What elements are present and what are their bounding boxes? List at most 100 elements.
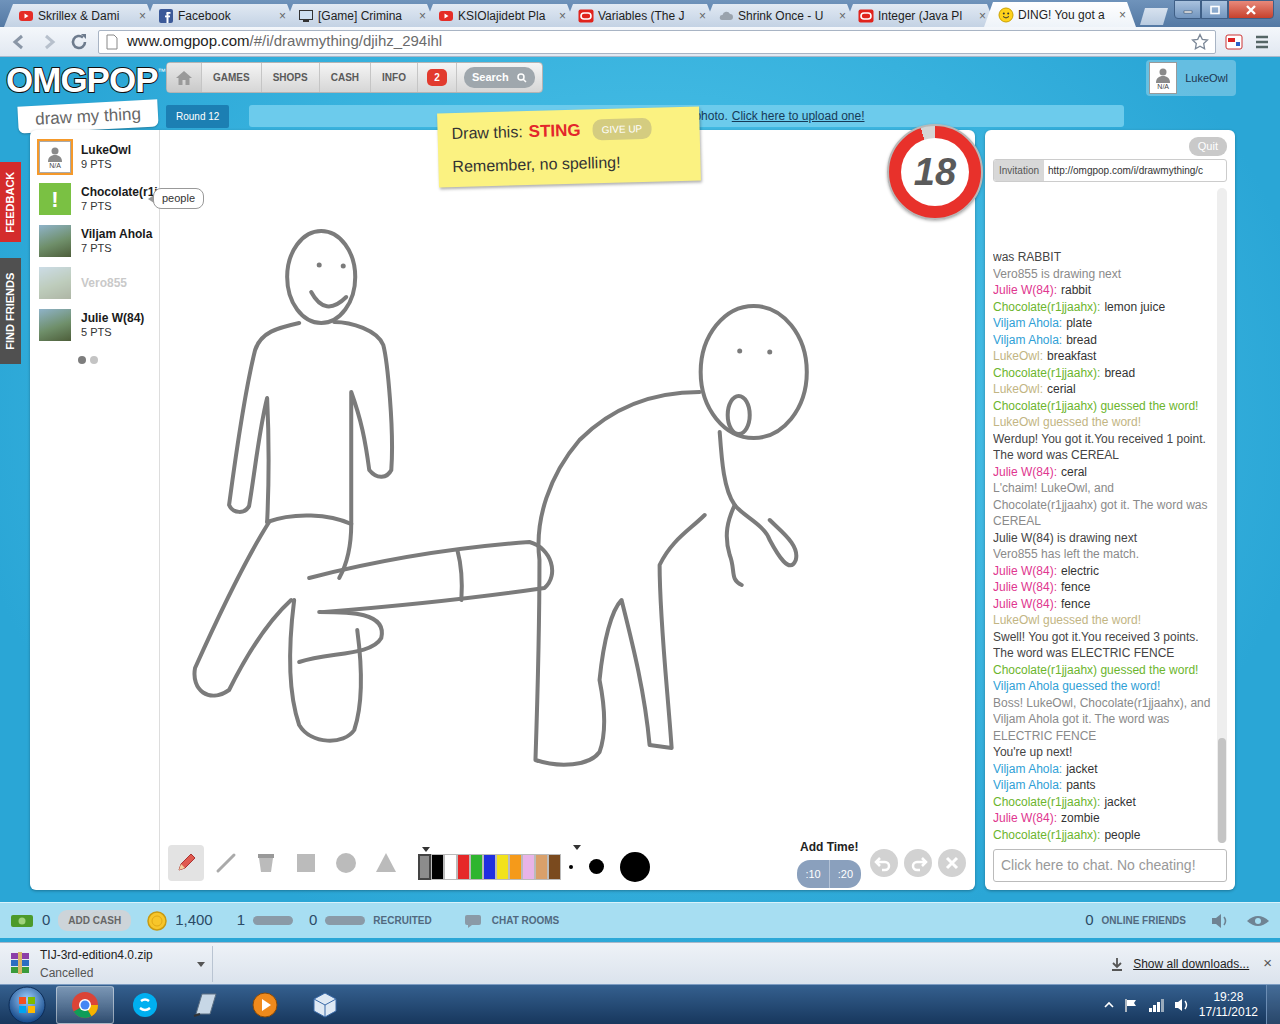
show-desktop-button[interactable]	[1266, 985, 1280, 1024]
show-all-downloads-link[interactable]: Show all downloads...	[1133, 955, 1249, 973]
search-field[interactable]: Search	[464, 67, 535, 88]
browser-tab[interactable]: Variables (The J×	[564, 4, 716, 27]
color-swatch[interactable]	[470, 854, 483, 880]
nav-label[interactable]: SHOPS	[262, 70, 319, 85]
tab-close-button[interactable]: ×	[697, 7, 706, 25]
user-avatar[interactable]: N/A	[1149, 62, 1177, 94]
tab-close-button[interactable]: ×	[837, 7, 846, 25]
back-arrow-icon[interactable]	[8, 31, 30, 53]
color-swatch[interactable]	[496, 854, 509, 880]
undo-button[interactable]	[869, 848, 899, 878]
taskbar-button[interactable]	[236, 986, 294, 1024]
tab-close-button[interactable]: ×	[977, 7, 986, 25]
tool-button[interactable]	[208, 845, 244, 881]
player-name[interactable]: Chocolate(r1j	[81, 185, 158, 199]
player-row[interactable]: N/ALukeOwl9 PTS	[30, 136, 159, 178]
download-file-name[interactable]: TIJ-3rd-edition4.0.zip	[40, 946, 188, 964]
nav-label[interactable]: CASH	[320, 70, 370, 85]
clear-button[interactable]	[937, 848, 967, 878]
tool-button[interactable]	[328, 845, 364, 881]
tab-close-button[interactable]: ×	[557, 7, 566, 25]
redo-button[interactable]	[903, 848, 933, 878]
chat-input[interactable]: Click here to chat. No cheating!	[993, 849, 1227, 882]
browser-tab[interactable]: KSIOlajidebt Pla×	[424, 4, 576, 27]
start-button[interactable]	[0, 985, 54, 1024]
add-time-button[interactable]: :10	[797, 860, 828, 889]
tool-button[interactable]	[168, 845, 204, 881]
give-up-button[interactable]: GIVE UP	[592, 118, 651, 141]
tab-title[interactable]: Variables (The J	[598, 7, 693, 25]
home-button[interactable]	[167, 63, 201, 92]
brush-size[interactable]	[569, 865, 573, 869]
player-row[interactable]: Viljam Ahola7 PTS	[30, 220, 159, 262]
nav-label[interactable]: GAMES	[202, 70, 261, 85]
tab-close-button[interactable]: ×	[277, 7, 286, 25]
browser-tab[interactable]: Integer (Java Pl×	[844, 4, 996, 27]
player-name[interactable]: LukeOwl	[81, 143, 131, 157]
color-swatch[interactable]	[418, 854, 431, 880]
tool-button[interactable]	[288, 845, 324, 881]
browser-tab[interactable]: Shrink Once - U×	[704, 4, 856, 27]
logo[interactable]: OMGPOP™	[0, 57, 166, 100]
player-row[interactable]: Julie W(84)5 PTS	[30, 304, 159, 346]
upload-link[interactable]: Click here to upload one!	[732, 107, 865, 125]
color-swatch[interactable]	[457, 854, 470, 880]
taskbar-button[interactable]	[116, 986, 174, 1024]
tab-close-button[interactable]: ×	[1117, 6, 1126, 24]
browser-tab[interactable]: DING! You got a×	[984, 2, 1136, 27]
address-bar[interactable]: www.omgpop.com/#/i/drawmything/djihz_294…	[98, 30, 1216, 54]
browser-tab[interactable]: Skrillex & Dami×	[4, 4, 156, 27]
nav-item[interactable]: INFO	[370, 63, 417, 92]
tab-title[interactable]: Integer (Java Pl	[878, 7, 973, 25]
size-dropdown[interactable]	[573, 845, 581, 850]
nav-item[interactable]: SHOPS	[261, 63, 319, 92]
pager-dot[interactable]	[90, 356, 98, 364]
tab-close-button[interactable]: ×	[137, 7, 146, 25]
side-tab-label[interactable]: FIND FRIENDS	[2, 273, 19, 350]
palette-dropdown[interactable]	[422, 847, 430, 852]
user-profile[interactable]: N/ALukeOwl	[1146, 60, 1236, 96]
player-row[interactable]: Vero855	[30, 262, 159, 304]
color-swatch[interactable]	[444, 854, 457, 880]
url[interactable]: www.omgpop.com/#/i/drawmything/djihz_294…	[127, 30, 1183, 53]
taskbar-button[interactable]	[296, 986, 354, 1024]
notification-count[interactable]: 2	[427, 69, 447, 86]
close-shelf-button[interactable]: ×	[1263, 952, 1272, 975]
tab-title[interactable]: KSIOlajidebt Pla	[458, 7, 553, 25]
nav-label[interactable]: INFO	[371, 70, 417, 85]
online-friends-label[interactable]: ONLINE FRIENDS	[1102, 913, 1186, 928]
reload-icon[interactable]	[68, 31, 90, 53]
tab-title[interactable]: Facebook	[178, 7, 273, 25]
brush-size[interactable]	[620, 852, 650, 882]
drawing-canvas[interactable]	[160, 130, 975, 836]
chat-rooms-link[interactable]: CHAT ROOMS	[492, 913, 560, 928]
browser-tab[interactable]: Facebook×	[144, 4, 296, 27]
tab-title[interactable]: Skrillex & Dami	[38, 7, 133, 25]
player-avatar[interactable]	[39, 309, 71, 341]
tab-close-button[interactable]: ×	[417, 7, 426, 25]
quit-button[interactable]: Quit	[1189, 137, 1227, 156]
player-avatar[interactable]: !	[39, 183, 71, 215]
color-swatch[interactable]	[431, 854, 444, 880]
clock-time[interactable]: 19:28	[1199, 990, 1258, 1005]
download-item[interactable]: TIJ-3rd-edition4.0.zipCancelled	[8, 946, 213, 982]
search[interactable]: Search	[456, 63, 542, 92]
url-path[interactable]: /#/i/drawmything/djihz_294ihl	[250, 30, 443, 53]
forward-arrow-icon[interactable]	[38, 31, 60, 53]
tray-expand-icon[interactable]	[1103, 1000, 1115, 1010]
side-tab-label[interactable]: FEEDBACK	[2, 171, 19, 232]
tab-title[interactable]: [Game] Crimina	[318, 7, 413, 25]
player-avatar[interactable]: N/A	[39, 141, 71, 173]
invitation-url[interactable]: http://omgpop.com/i/drawmything/c	[1044, 160, 1226, 181]
player-name[interactable]: Viljam Ahola	[81, 227, 152, 241]
nav-item[interactable]: GAMES	[201, 63, 261, 92]
new-tab-button[interactable]	[1140, 8, 1168, 25]
scroll-thumb[interactable]	[1218, 738, 1226, 843]
clock[interactable]: 19:2817/11/2012	[1191, 990, 1266, 1020]
tool-button[interactable]	[248, 845, 284, 881]
chat-scrollbar[interactable]	[1217, 188, 1227, 844]
minimize-button[interactable]	[1174, 0, 1201, 19]
tool-button[interactable]	[368, 845, 404, 881]
player-name[interactable]: Julie W(84)	[81, 311, 144, 325]
player-name[interactable]: Vero855	[81, 276, 127, 290]
